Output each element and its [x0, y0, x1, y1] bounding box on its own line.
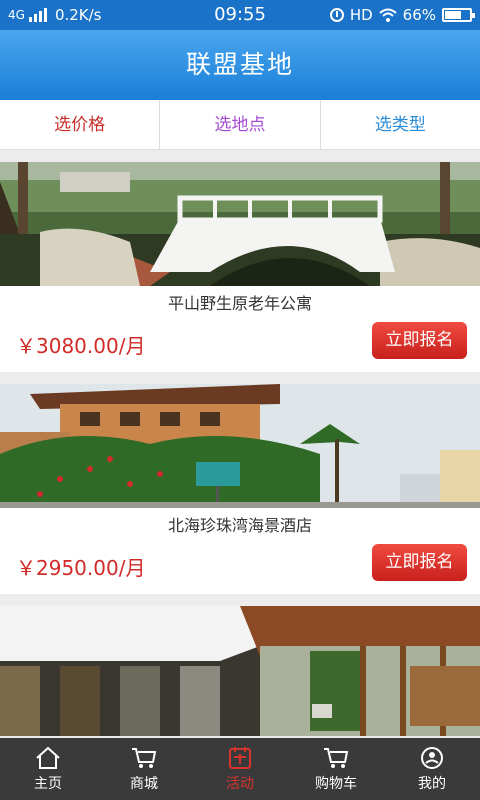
tab-label: 活动 — [226, 775, 254, 792]
battery-icon — [442, 8, 475, 22]
listing-price: ￥3080.00/月 — [16, 334, 146, 358]
listing-name[interactable]: 平山野生原老年公寓 — [0, 286, 480, 322]
filter-type[interactable]: 选类型 — [321, 100, 480, 149]
pavilion-image — [0, 606, 480, 736]
tab-mine[interactable]: 我的 — [384, 738, 480, 800]
tab-label: 商城 — [130, 775, 158, 792]
tab-mall[interactable]: 商城 — [96, 738, 192, 800]
listing-photo[interactable] — [0, 384, 480, 508]
signup-button[interactable]: 立即报名 — [372, 322, 467, 359]
status-bar: 4G 0.2K/s 09:55 HD 66% — [0, 0, 480, 30]
battery-fill — [445, 11, 461, 19]
tab-label: 我的 — [418, 775, 446, 792]
user-icon — [421, 746, 443, 769]
tab-label: 购物车 — [315, 775, 357, 792]
signup-button[interactable]: 立即报名 — [372, 544, 467, 581]
listing-price: ￥2950.00/月 — [16, 556, 146, 580]
listing-photo[interactable] — [0, 606, 480, 736]
tab-label: 主页 — [34, 775, 62, 792]
listing-card: 北海珍珠湾海景酒店 ￥2950.00/月 立即报名 — [0, 384, 480, 594]
listing-footer: ￥3080.00/月 立即报名 — [0, 322, 480, 372]
activity-icon — [229, 746, 251, 769]
filter-location[interactable]: 选地点 — [160, 100, 321, 149]
wifi-icon — [378, 8, 397, 22]
battery-percent: 66% — [402, 6, 436, 24]
listing-photo[interactable] — [0, 162, 480, 286]
tab-activity[interactable]: 活动 — [192, 738, 288, 800]
status-right: HD 66% — [329, 6, 475, 24]
tab-home[interactable]: 主页 — [0, 738, 96, 800]
listing-footer: ￥2950.00/月 立即报名 — [0, 544, 480, 594]
listing-card: 平山野生原老年公寓 ￥3080.00/月 立即报名 — [0, 162, 480, 372]
cart-icon — [324, 747, 349, 768]
hotel-image — [0, 384, 480, 508]
listing-card — [0, 606, 480, 736]
filter-price[interactable]: 选价格 — [0, 100, 161, 149]
cart-icon — [132, 747, 157, 768]
page-title: 联盟基地 — [0, 30, 480, 100]
alarm-icon — [329, 8, 344, 22]
hd-indicator: HD — [349, 6, 373, 24]
bridge-park-image — [0, 162, 480, 286]
listing-name[interactable]: 北海珍珠湾海景酒店 — [0, 508, 480, 544]
filter-bar: 选价格 选地点 选类型 — [0, 100, 480, 150]
bottom-nav: 主页 商城 活动 购物车 我的 — [0, 738, 480, 800]
tab-cart[interactable]: 购物车 — [288, 738, 384, 800]
home-icon — [36, 746, 60, 769]
listing-list: 平山野生原老年公寓 ￥3080.00/月 立即报名 北海珍珠湾海景酒店 ￥295… — [0, 162, 480, 748]
